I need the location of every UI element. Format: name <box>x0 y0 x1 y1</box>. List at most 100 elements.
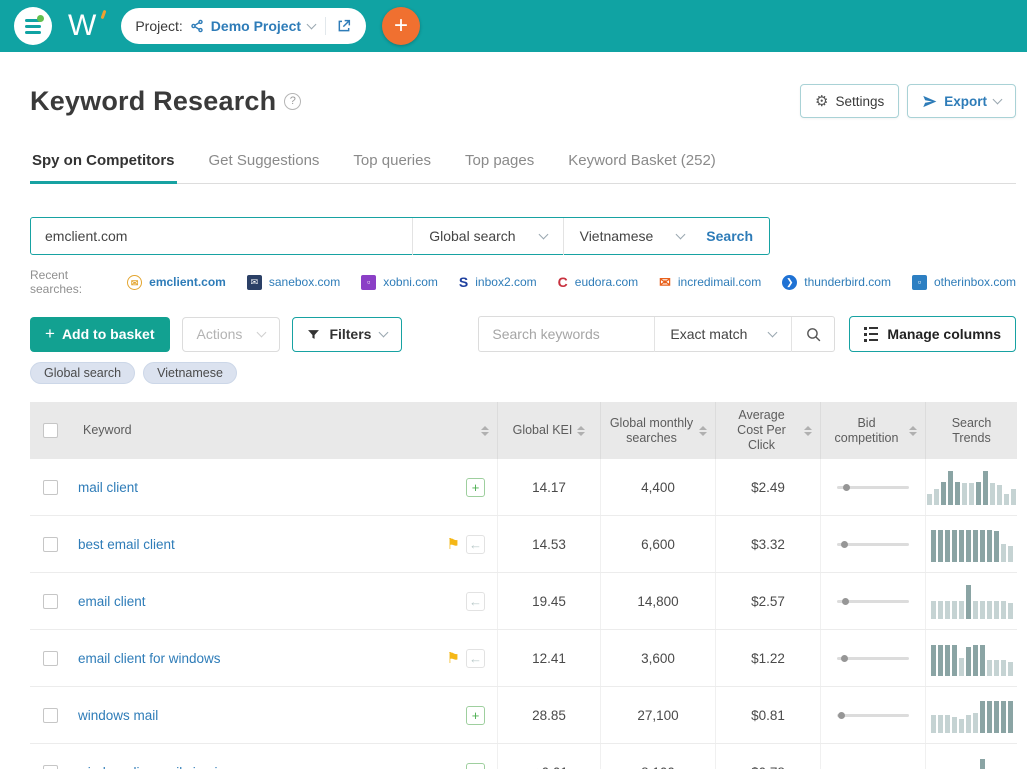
row-checkbox[interactable] <box>43 479 58 495</box>
add-keyword-icon[interactable]: + <box>466 705 485 725</box>
recent-search-incredimail-com[interactable]: ✉ incredimail.com <box>659 273 761 290</box>
manage-columns-button[interactable]: Manage columns <box>849 316 1016 352</box>
add-keyword-icon[interactable]: + <box>466 762 485 769</box>
trend-bar <box>972 530 978 562</box>
settings-button[interactable]: ⚙ Settings <box>800 84 900 118</box>
table-row-email-client: email client ← 19.45 14,800 $2.57 <box>30 573 1017 630</box>
favicon-incredimail-com: ✉ <box>659 273 671 290</box>
trend-bar <box>1000 601 1006 619</box>
keyword-link[interactable]: windows live mail sign in <box>78 765 225 769</box>
back-arrow-icon[interactable]: ← <box>466 534 485 554</box>
search-scope-dropdown[interactable]: Global search <box>413 228 562 244</box>
recent-search-label: xobni.com <box>383 275 438 289</box>
recent-search-eudora-com[interactable]: Ceudora.com <box>558 274 639 290</box>
keyword-icons: ⚑ ← <box>446 534 485 554</box>
back-arrow-icon[interactable]: ← <box>466 648 485 668</box>
trend-bar <box>965 530 971 562</box>
sort-icon[interactable] <box>699 425 707 436</box>
kei-cell: 14.53 <box>497 516 600 572</box>
trend-bar <box>972 713 978 733</box>
select-all-checkbox[interactable] <box>43 423 58 438</box>
table-row-best-email-client: best email client ⚑ ← 14.53 6,600 $3.32 <box>30 516 1017 573</box>
tab-spy-on-competitors[interactable]: Spy on Competitors <box>30 142 177 184</box>
recent-search-otherinbox-com[interactable]: ▫ otherinbox.com <box>911 274 1016 290</box>
recent-search-xobni-com[interactable]: ▫ xobni.com <box>361 274 438 290</box>
row-checkbox[interactable] <box>43 650 58 666</box>
keyword-link[interactable]: email client <box>78 594 146 609</box>
recent-search-thunderbird-com[interactable]: ❯ thunderbird.com <box>782 274 891 290</box>
bid-competition-slider <box>837 654 909 662</box>
sort-icon[interactable] <box>909 425 917 436</box>
add-project-button[interactable]: + <box>382 7 421 45</box>
favicon-thunderbird-com: ❯ <box>782 274 798 290</box>
recent-search-label: emclient.com <box>149 275 226 289</box>
keyword-link[interactable]: windows mail <box>78 708 158 723</box>
language-dropdown[interactable]: Vietnamese <box>564 228 701 244</box>
search-trends-chart <box>930 583 1013 619</box>
keyword-filter-search-button[interactable] <box>792 317 834 352</box>
add-to-basket-button[interactable]: + Add to basket <box>30 316 170 352</box>
project-name: Demo Project <box>210 18 302 34</box>
trend-bar <box>993 601 999 619</box>
add-keyword-icon[interactable]: + <box>466 477 485 497</box>
hamburger-menu-button[interactable] <box>14 7 52 45</box>
sort-icon[interactable] <box>577 425 586 436</box>
kei-cell: < 0.01 <box>497 744 600 769</box>
recent-search-sanebox-com[interactable]: ✉ sanebox.com <box>246 274 340 290</box>
column-header-average-cost-per-click[interactable]: Average Cost Per Click <box>715 402 820 459</box>
back-arrow-icon[interactable]: ← <box>466 591 485 611</box>
search-submit-button[interactable]: Search <box>700 228 769 244</box>
column-header-keyword[interactable]: Keyword <box>30 402 497 459</box>
kei-cell: 19.45 <box>497 573 600 629</box>
tab-top-pages[interactable]: Top pages <box>463 142 536 184</box>
tab-get-suggestions[interactable]: Get Suggestions <box>207 142 322 184</box>
tab-keyword-basket-252[interactable]: Keyword Basket (252) <box>566 142 718 184</box>
search-trends-cell <box>925 630 1017 686</box>
sort-icon[interactable] <box>481 425 489 436</box>
help-icon[interactable]: ? <box>284 92 302 110</box>
flag-icon: ⚑ <box>446 536 460 553</box>
keyword-link[interactable]: best email client <box>78 537 175 552</box>
actions-dropdown[interactable]: Actions <box>181 316 281 352</box>
recent-search-label: thunderbird.com <box>804 275 891 289</box>
column-header-bid-competition[interactable]: Bid competition <box>820 402 925 459</box>
match-type-dropdown[interactable]: Exact match <box>655 326 791 342</box>
keyword-link[interactable]: mail client <box>78 480 138 495</box>
keyword-link[interactable]: email client for windows <box>78 651 221 666</box>
trend-bar <box>993 660 999 676</box>
filter-tag-vietnamese[interactable]: Vietnamese <box>143 362 237 384</box>
tab-top-queries[interactable]: Top queries <box>351 142 433 184</box>
trend-bar <box>965 715 971 733</box>
domain-search-input[interactable] <box>31 228 413 244</box>
trend-bar <box>958 601 964 619</box>
cpc-cell: $2.57 <box>715 573 820 629</box>
column-header-global-monthly-searches[interactable]: Global monthly searches <box>600 402 715 459</box>
share-nodes-icon <box>191 19 203 33</box>
trend-bar <box>930 601 936 619</box>
trend-bar <box>1007 603 1013 619</box>
row-checkbox[interactable] <box>43 536 58 552</box>
row-checkbox[interactable] <box>43 764 58 769</box>
row-checkbox[interactable] <box>43 593 58 609</box>
column-header-global-kei[interactable]: Global KEI <box>497 402 600 459</box>
sort-icon[interactable] <box>804 425 812 436</box>
external-link-icon[interactable] <box>336 18 352 34</box>
trend-bar <box>948 471 953 505</box>
project-selector[interactable]: Project: Demo Project <box>121 8 367 44</box>
trend-bar <box>993 531 999 562</box>
recent-search-emclient-com[interactable]: ✉ emclient.com <box>127 274 226 290</box>
search-icon <box>807 327 821 341</box>
recent-search-inbox2-com[interactable]: Sinbox2.com <box>459 274 537 290</box>
table-row-windows-live-mail-sign-in: windows live mail sign in + < 0.018,100$0.… <box>30 744 1017 769</box>
trend-bar <box>1007 701 1013 733</box>
plus-icon: + <box>45 324 55 343</box>
trend-bar <box>955 482 960 505</box>
recent-search-label: eudora.com <box>574 275 639 289</box>
trend-bar <box>1000 544 1006 562</box>
filter-tag-global-search[interactable]: Global search <box>30 362 136 384</box>
filters-dropdown[interactable]: Filters <box>292 316 403 352</box>
trend-bar <box>1007 662 1013 676</box>
row-checkbox[interactable] <box>43 707 58 723</box>
export-button[interactable]: Export <box>907 84 1016 118</box>
keyword-filter-input[interactable] <box>479 326 655 342</box>
